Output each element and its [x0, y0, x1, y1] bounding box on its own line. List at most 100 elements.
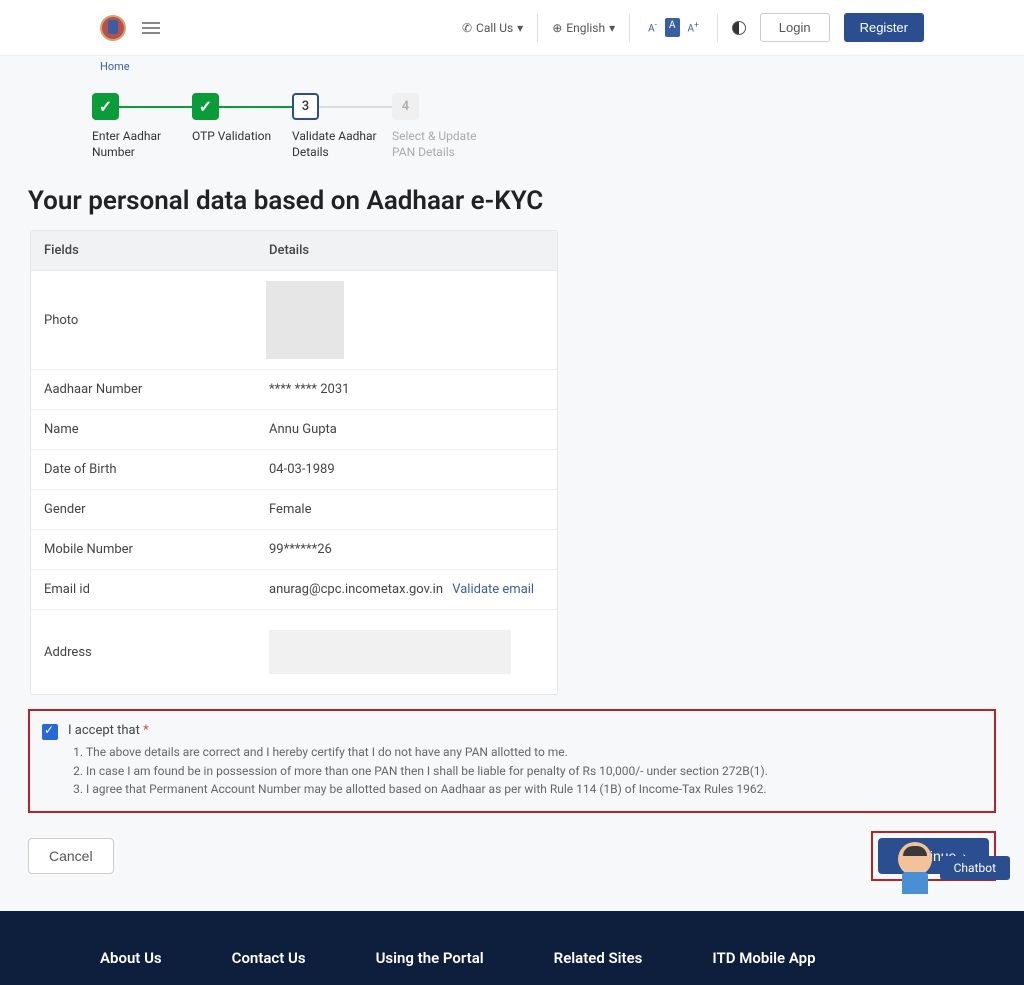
accept-list: The above details are correct and I here… — [68, 743, 982, 799]
footer-contact-title[interactable]: Contact Us — [232, 949, 306, 967]
row-email: Email id anurag@cpc.incometax.gov.in Val… — [31, 570, 557, 610]
step-1-label: Enter Aadhar Number — [92, 129, 192, 160]
validate-email-link[interactable]: Validate email — [452, 582, 534, 597]
chevron-down-icon: ▾ — [517, 21, 523, 35]
actions: Cancel Continue › — [28, 831, 996, 881]
breadcrumb[interactable]: Home — [0, 56, 1024, 77]
accept-text: I accept that * The above details are co… — [68, 723, 982, 799]
step-2: ✓ OTP Validation — [192, 93, 292, 145]
gender-label: Gender — [31, 490, 256, 529]
footer-about: About Us — [100, 949, 162, 967]
chatbot-head-icon — [898, 842, 932, 876]
menu-icon[interactable] — [142, 22, 160, 34]
logo-icon — [100, 15, 126, 41]
call-us-link[interactable]: ✆ Call Us ▾ — [462, 21, 523, 35]
font-size-normal[interactable]: A — [665, 18, 680, 36]
font-size-large[interactable]: A+ — [684, 18, 703, 36]
aadhaar-label: Aadhaar Number — [31, 370, 256, 409]
step-1-box: ✓ — [92, 93, 119, 120]
accept-title-label: I accept that — [68, 723, 140, 738]
row-address: Address — [31, 610, 557, 694]
footer-about-title[interactable]: About Us — [100, 949, 162, 967]
photo-label: Photo — [31, 301, 256, 340]
th-details: Details — [256, 231, 557, 270]
dob-value: 04-03-1989 — [256, 450, 557, 489]
step-line — [119, 106, 192, 108]
email-text: anurag@cpc.incometax.gov.in — [269, 582, 443, 597]
check-icon: ✓ — [99, 97, 112, 116]
gender-value: Female — [256, 490, 557, 529]
language-link[interactable]: ⊕ English ▾ — [552, 21, 615, 35]
chevron-down-icon: ▾ — [609, 21, 615, 35]
step-4: 4 Select & Update PAN Details — [392, 93, 492, 160]
email-value: anurag@cpc.incometax.gov.in Validate ema… — [256, 570, 557, 609]
phone-icon: ✆ — [462, 21, 472, 35]
accept-section: I accept that * The above details are co… — [28, 709, 996, 813]
row-gender: Gender Female — [31, 490, 557, 530]
language-label: English — [566, 21, 605, 35]
chatbot-avatar — [898, 842, 932, 894]
step-3-box: 3 — [292, 93, 319, 120]
step-3: 3 Validate Aadhar Details — [292, 93, 392, 160]
contrast-icon[interactable] — [732, 21, 746, 35]
footer: About Us Contact Us Using the Portal Rel… — [0, 911, 1024, 985]
required-star: * — [143, 723, 149, 738]
step-4-box: 4 — [392, 93, 419, 120]
th-fields: Fields — [31, 231, 256, 270]
chatbot-label[interactable]: Chatbot — [940, 856, 1010, 880]
accept-item-1: The above details are correct and I here… — [86, 743, 982, 762]
row-name: Name Annu Gupta — [31, 410, 557, 450]
chatbot-body-icon — [902, 872, 928, 894]
step-2-label: OTP Validation — [192, 129, 271, 145]
font-size-switcher: A- A A+ — [644, 18, 703, 36]
mobile-label: Mobile Number — [31, 530, 256, 569]
divider — [537, 14, 538, 42]
page-title: Your personal data based on Aadhaar e-KY… — [0, 170, 1024, 230]
row-mobile: Mobile Number 99******26 — [31, 530, 557, 570]
name-label: Name — [31, 410, 256, 449]
step-3-label: Validate Aadhar Details — [292, 129, 392, 160]
mobile-value: 99******26 — [256, 530, 557, 569]
footer-related: Related Sites — [554, 949, 643, 967]
globe-icon: ⊕ — [552, 21, 562, 35]
step-2-box: ✓ — [192, 93, 219, 120]
step-1: ✓ Enter Aadhar Number — [92, 93, 192, 160]
step-line — [319, 106, 392, 108]
dob-label: Date of Birth — [31, 450, 256, 489]
address-placeholder — [269, 630, 511, 674]
footer-portal-title[interactable]: Using the Portal — [376, 949, 484, 967]
cancel-button[interactable]: Cancel — [28, 838, 114, 874]
row-dob: Date of Birth 04-03-1989 — [31, 450, 557, 490]
address-label: Address — [31, 633, 256, 672]
check-icon: ✓ — [199, 97, 212, 116]
footer-app: ITD Mobile App — [712, 949, 815, 967]
register-button[interactable]: Register — [844, 13, 924, 42]
email-label: Email id — [31, 570, 256, 609]
kyc-table: Fields Details Photo Aadhaar Number ****… — [30, 230, 558, 695]
footer-related-title[interactable]: Related Sites — [554, 949, 643, 967]
accept-item-2: In case I am found be in possession of m… — [86, 762, 982, 781]
chatbot-widget[interactable]: Chatbot — [898, 842, 1010, 894]
step-line — [219, 106, 292, 108]
footer-app-title[interactable]: ITD Mobile App — [712, 949, 815, 967]
footer-contact: Contact Us — [232, 949, 306, 967]
name-value: Annu Gupta — [256, 410, 557, 449]
divider — [629, 14, 630, 42]
font-size-small[interactable]: A- — [644, 18, 661, 36]
stepper: ✓ Enter Aadhar Number ✓ OTP Validation 3… — [0, 77, 1024, 170]
address-value — [256, 610, 557, 694]
photo-placeholder — [266, 281, 344, 359]
header-left — [100, 15, 160, 41]
call-us-label: Call Us — [476, 21, 513, 35]
divider — [717, 14, 718, 42]
photo-value — [256, 271, 557, 369]
accept-checkbox[interactable] — [42, 724, 58, 740]
accept-item-3: I agree that Permanent Account Number ma… — [86, 780, 982, 799]
header-right: ✆ Call Us ▾ ⊕ English ▾ A- A A+ Login Re… — [462, 13, 924, 42]
login-button[interactable]: Login — [760, 13, 830, 42]
aadhaar-value: **** **** 2031 — [256, 370, 557, 409]
header: ✆ Call Us ▾ ⊕ English ▾ A- A A+ Login Re… — [0, 0, 1024, 56]
accept-title: I accept that * — [68, 723, 982, 738]
row-photo: Photo — [31, 271, 557, 370]
row-aadhaar: Aadhaar Number **** **** 2031 — [31, 370, 557, 410]
